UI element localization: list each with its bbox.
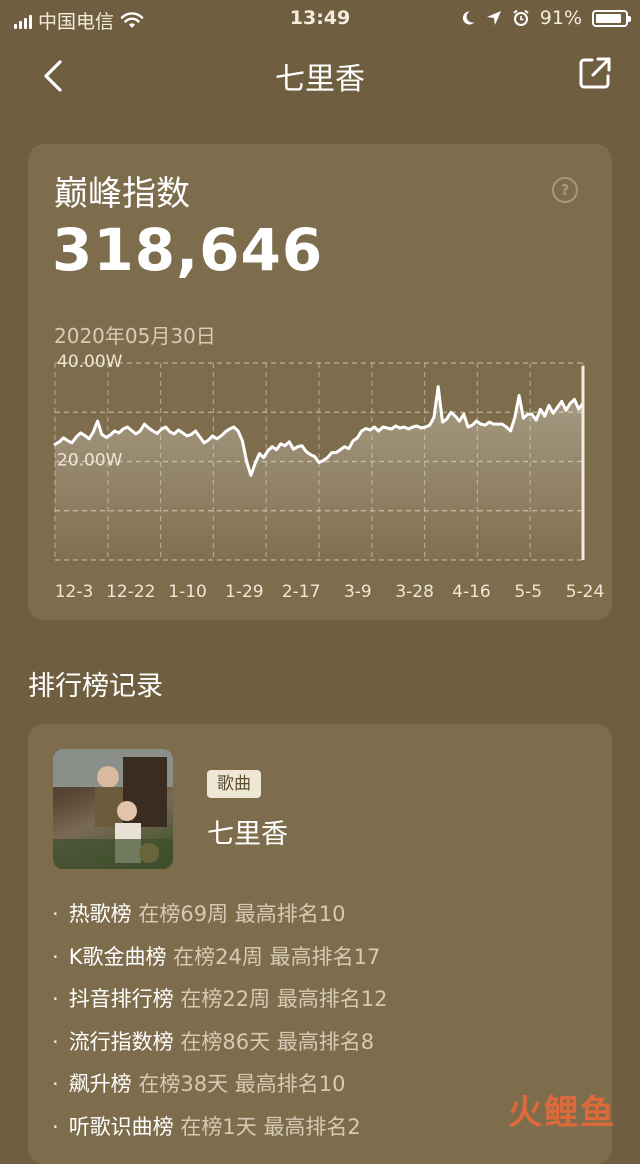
section-title: 排行榜记录 (28, 671, 163, 702)
y-tick-label: 40.00W (57, 352, 123, 372)
ranking-chart-name: 流行指数榜 (68, 1029, 174, 1054)
ranking-best: 最高排名12 (276, 987, 388, 1012)
x-tick-label: 2-17 (282, 582, 321, 602)
ranking-chart-name: K歌金曲榜 (68, 944, 167, 969)
ranking-weeks: 在榜22周 (180, 987, 271, 1012)
x-tick-label: 4-16 (452, 582, 491, 602)
ranking-item: · 热歌榜 在榜69周 最高排名10 (52, 902, 346, 926)
status-right: 91% (460, 7, 631, 29)
battery-fill (596, 13, 622, 23)
ranking-item: · 抖音排行榜 在榜22周 最高排名12 (52, 987, 388, 1012)
page-title: 七里香 (275, 62, 365, 97)
ranking-weeks: 在榜69周 (138, 902, 229, 926)
ranking-weeks: 在榜1天 (180, 1114, 257, 1139)
ranking-best: 最高排名17 (269, 944, 381, 969)
status-bar: 中国电信 13:49 91% (0, 0, 640, 36)
battery-icon (592, 9, 631, 27)
nav-bar: 七里香 (0, 40, 640, 108)
x-tick-label: 3-9 (344, 582, 372, 602)
y-axis-labels: 40.00W 20.00W (57, 352, 123, 471)
peak-index-card: 巅峰指数 ? 318,646 2020年05月30日 40.00W 20.00W … (28, 144, 612, 620)
x-tick-label: 1-29 (225, 582, 264, 602)
share-button[interactable] (576, 54, 614, 92)
song-name: 七里香 (207, 819, 288, 850)
ranking-item: · 飙升榜 在榜38天 最高排名10 (52, 1072, 346, 1097)
ranking-chart-name: 听歌识曲榜 (68, 1114, 174, 1139)
ranking-weeks: 在榜38天 (138, 1072, 229, 1097)
ranking-chart-name: 飙升榜 (68, 1072, 132, 1097)
ranking-item: · 听歌识曲榜 在榜1天 最高排名2 (52, 1114, 361, 1139)
watermark-logo: 火鲤鱼 (508, 1093, 616, 1133)
ranking-list: · 热歌榜 在榜69周 最高排名10 · K歌金曲榜 在榜24周 最高排名17 · 抖… (52, 896, 388, 1152)
location-icon (486, 11, 501, 25)
ranking-best: 最高排名10 (234, 902, 346, 926)
alarm-icon (513, 9, 529, 26)
ranking-weeks: 在榜24周 (173, 944, 263, 969)
type-badge: 歌曲 (207, 770, 261, 798)
trend-chart: 40.00W 20.00W 12-3 12-22 1-10 1-29 2-17 3-9 3-2… (53, 352, 605, 602)
ranking-chart-name: 抖音排行榜 (68, 987, 174, 1012)
ranking-item: · 流行指数榜 在榜86天 最高排名8 (52, 1029, 375, 1054)
album-cover[interactable] (53, 749, 173, 869)
x-tick-label: 12-22 (106, 582, 155, 602)
x-tick-label: 1-10 (168, 582, 207, 602)
x-tick-label: 5-5 (514, 582, 542, 602)
ranking-weeks: 在榜86天 (180, 1029, 271, 1054)
ranking-chart-name: 热歌榜 (68, 902, 132, 926)
album-cover-art (53, 749, 173, 869)
ranking-best: 最高排名10 (234, 1072, 346, 1097)
ranking-best: 最高排名8 (276, 1029, 375, 1054)
moon-icon (462, 11, 475, 25)
x-axis-labels: 12-3 12-22 1-10 1-29 2-17 3-9 3-28 4-16 5-5 5-24 (55, 582, 605, 602)
ranking-item: · K歌金曲榜 在榜24周 最高排名17 (52, 944, 381, 969)
ranking-best: 最高排名2 (263, 1114, 361, 1139)
x-tick-label: 5-24 (566, 582, 605, 602)
x-tick-label: 3-28 (395, 582, 434, 602)
y-tick-label: 20.00W (57, 451, 123, 471)
x-tick-label: 12-3 (55, 582, 94, 602)
battery-percent: 91% (539, 7, 582, 29)
